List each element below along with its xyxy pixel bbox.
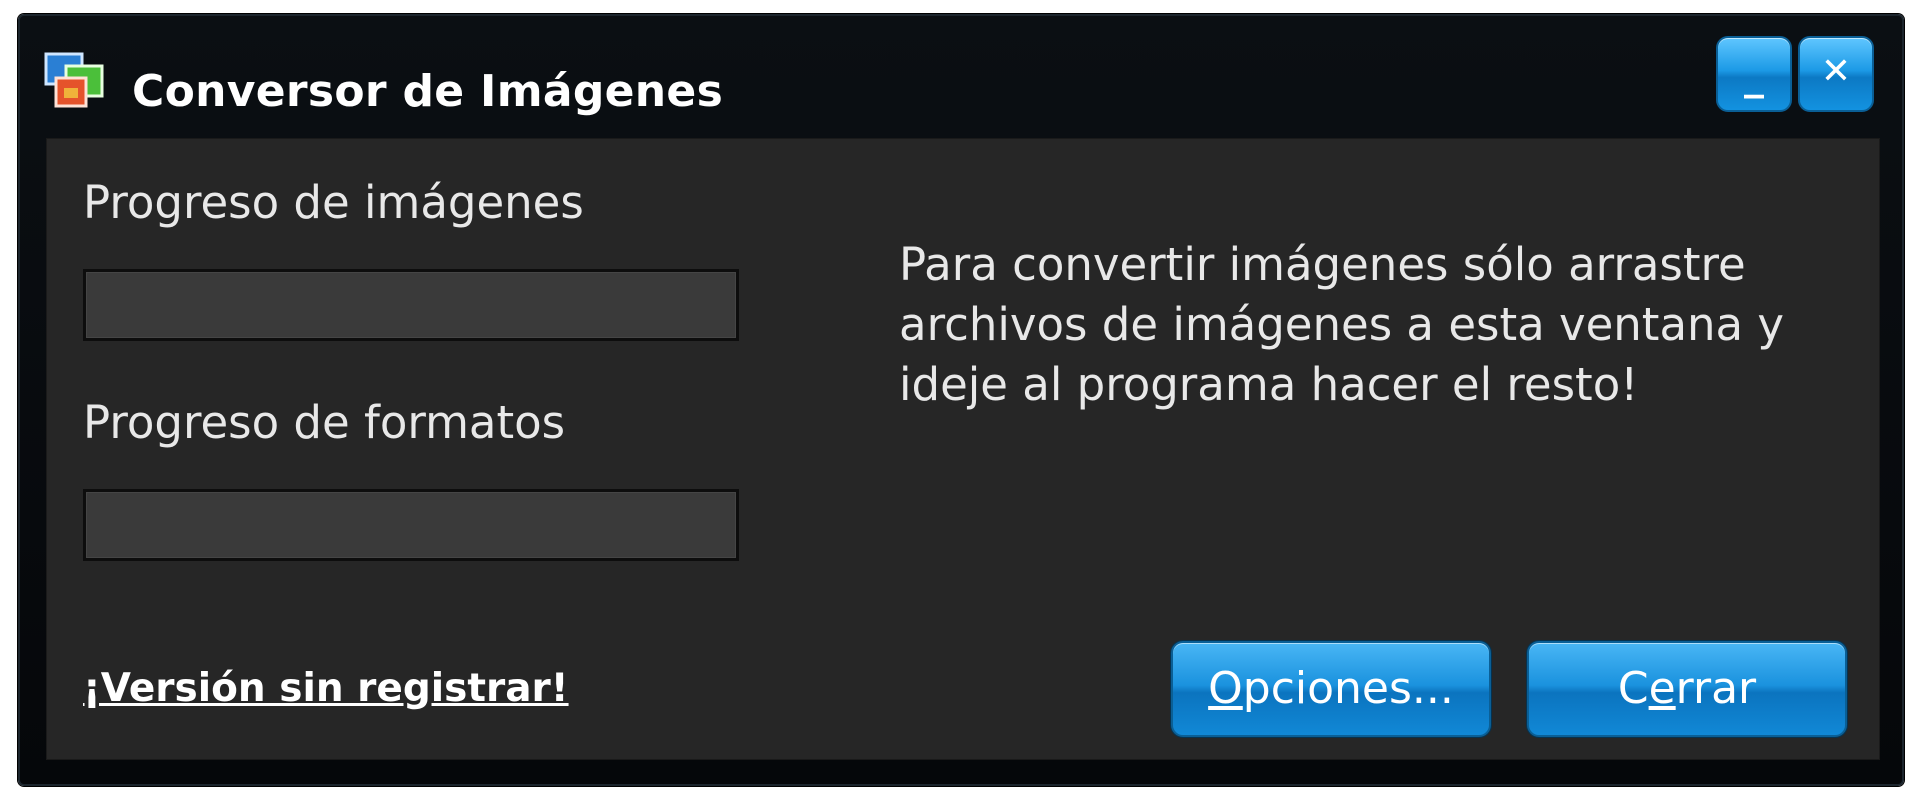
close-window-button[interactable]: ✕: [1798, 36, 1874, 112]
drag-drop-instructions: Para convertir imágenes sólo arrastre ar…: [899, 238, 1785, 411]
options-button[interactable]: Opciones...: [1171, 641, 1491, 737]
formats-progress-label: Progreso de formatos: [83, 396, 566, 449]
close-label-before: C: [1617, 663, 1649, 714]
minimize-icon: _: [1744, 53, 1764, 99]
close-button[interactable]: Cerrar: [1527, 641, 1847, 737]
options-label-rest: pciones...: [1242, 663, 1454, 714]
close-access-key: e: [1648, 663, 1676, 714]
images-progress-label: Progreso de imágenes: [83, 176, 584, 229]
window-title: Conversor de Imágenes: [132, 66, 724, 117]
close-icon: ✕: [1820, 51, 1852, 92]
title-bar[interactable]: Conversor de Imágenes _ ✕: [20, 16, 1902, 134]
app-window: Conversor de Imágenes _ ✕ Progreso de im…: [18, 14, 1904, 786]
formats-progress-bar: [83, 489, 739, 561]
app-windows-icon: [44, 52, 104, 108]
images-progress-bar: [83, 269, 739, 341]
options-access-key: O: [1208, 663, 1243, 714]
unregistered-version-link[interactable]: ¡Versión sin registrar!: [83, 663, 569, 715]
close-label-after: rrar: [1675, 663, 1757, 714]
minimize-button[interactable]: _: [1716, 36, 1792, 112]
main-panel[interactable]: Progreso de imágenes Progreso de formato…: [46, 138, 1880, 760]
